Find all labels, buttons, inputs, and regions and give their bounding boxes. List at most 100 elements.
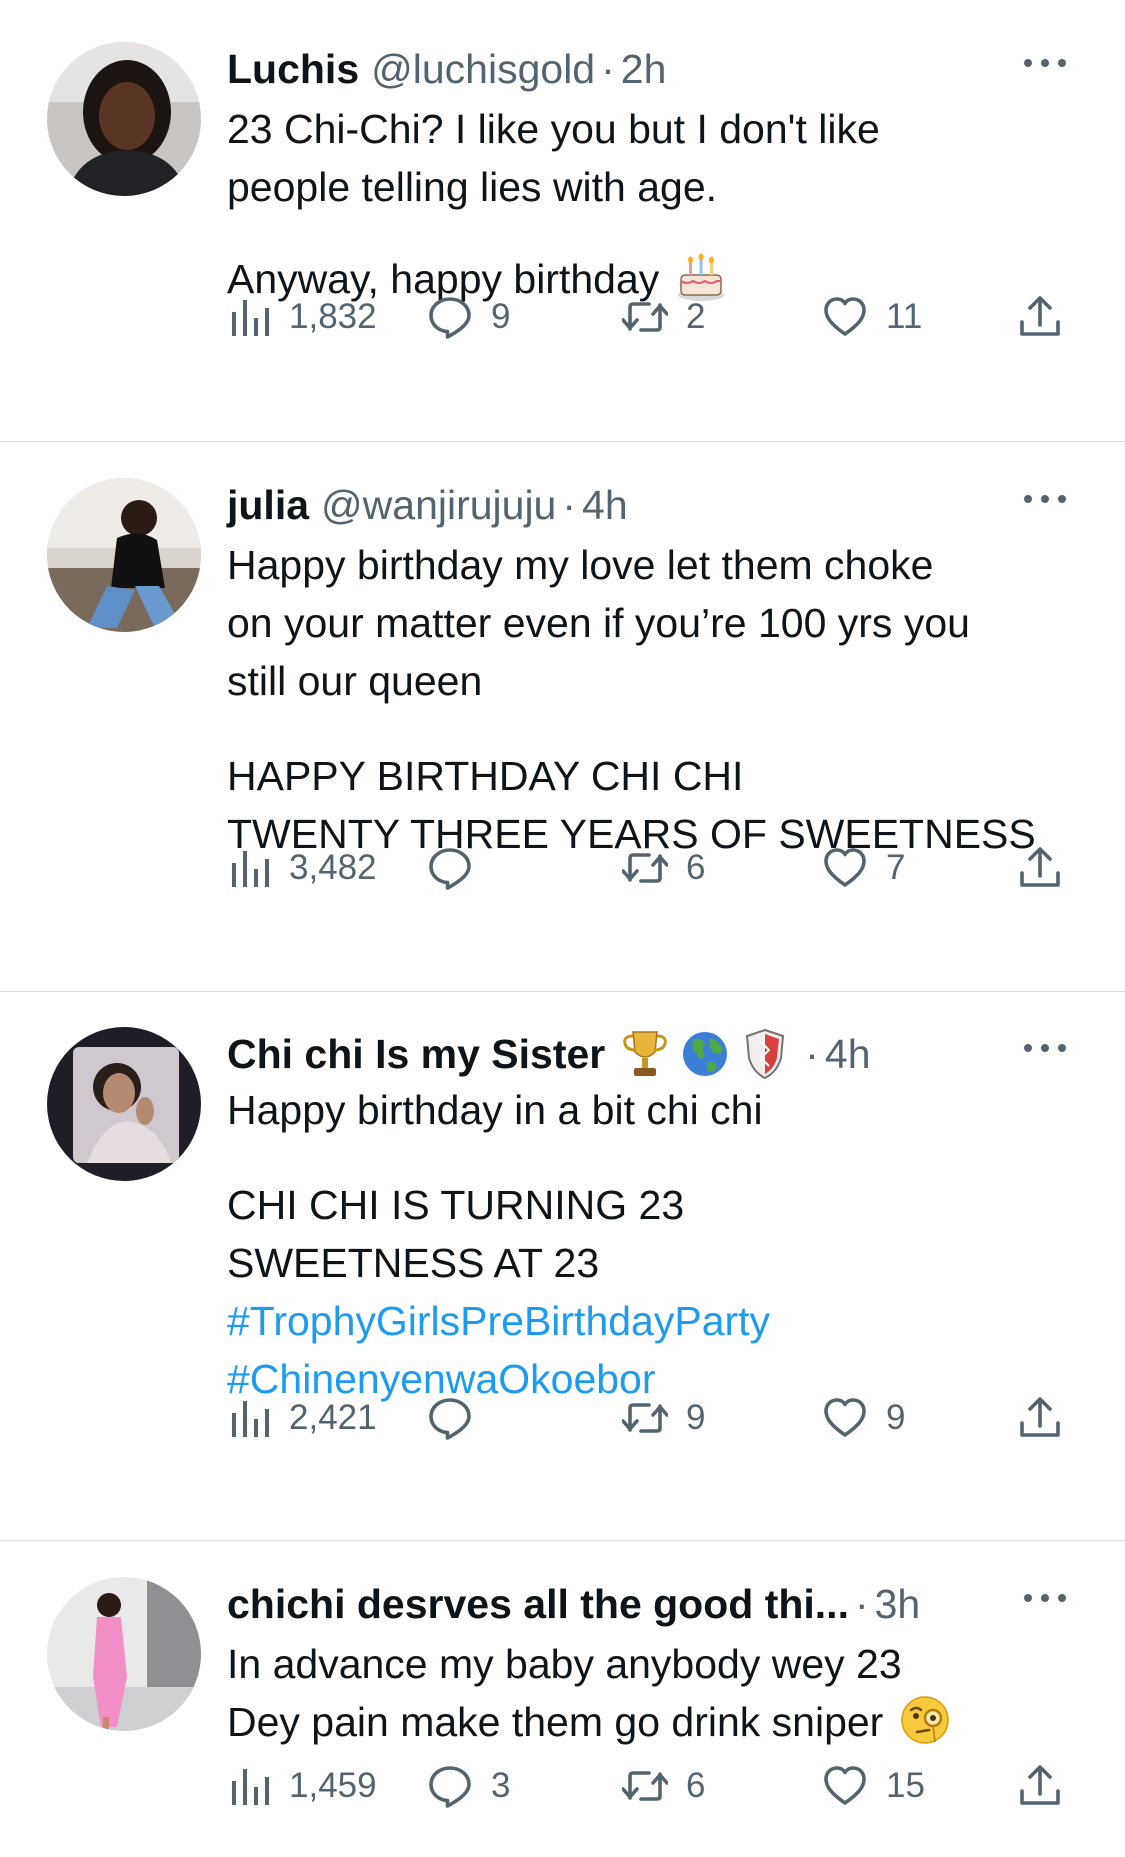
reply-count: 3 bbox=[491, 1766, 511, 1805]
retweet-button[interactable]: 9 bbox=[622, 1388, 705, 1448]
separator-dot: · bbox=[854, 1580, 869, 1627]
like-count: 9 bbox=[886, 1398, 906, 1437]
hashtag-link[interactable]: #TrophyGirlsPreBirthdayParty bbox=[227, 1292, 1065, 1350]
display-name[interactable]: Luchis bbox=[227, 46, 359, 93]
views-icon bbox=[231, 847, 271, 889]
tweet-line: Happy birthday in a bit chi chi bbox=[227, 1087, 763, 1133]
separator-dot: · bbox=[601, 45, 615, 92]
tweet[interactable]: Chi chi Is my Sister · 4h Happy birthday… bbox=[0, 991, 1125, 1540]
views-button[interactable]: 1,832 bbox=[231, 287, 377, 347]
views-icon bbox=[231, 1397, 271, 1439]
views-icon bbox=[231, 296, 271, 338]
tweet-line: SWEETNESS AT 23 bbox=[227, 1240, 600, 1286]
tweet-text: In advance my baby anybody wey 23 Dey pa… bbox=[227, 1635, 1065, 1751]
more-options-icon[interactable] bbox=[1015, 40, 1075, 86]
like-button[interactable]: 7 bbox=[822, 838, 905, 898]
reply-button[interactable] bbox=[427, 1388, 491, 1448]
tweet-actions: 1,832 9 2 11 bbox=[227, 287, 1072, 347]
reply-icon bbox=[427, 1763, 473, 1809]
retweet-button[interactable]: 6 bbox=[622, 1756, 705, 1816]
reply-button[interactable]: 3 bbox=[427, 1756, 510, 1816]
user-handle[interactable]: @luchisgold bbox=[371, 46, 595, 93]
heart-icon bbox=[822, 845, 868, 891]
tweet-header: julia @wanjirujuju · 4h bbox=[227, 474, 1065, 536]
tweet-line: HAPPY BIRTHDAY CHI CHI bbox=[227, 753, 744, 799]
timestamp[interactable]: 2h bbox=[621, 46, 667, 93]
like-count: 15 bbox=[886, 1766, 925, 1805]
like-button[interactable]: 9 bbox=[822, 1388, 905, 1448]
heart-icon bbox=[822, 294, 868, 340]
display-name[interactable]: Chi chi Is my Sister bbox=[227, 1031, 605, 1078]
share-icon bbox=[1017, 294, 1063, 340]
views-count: 1,459 bbox=[289, 1766, 377, 1805]
like-count: 7 bbox=[886, 848, 906, 887]
timestamp[interactable]: 3h bbox=[875, 1581, 921, 1628]
avatar[interactable] bbox=[47, 1027, 201, 1181]
timestamp[interactable]: 4h bbox=[582, 482, 628, 529]
views-button[interactable]: 3,482 bbox=[231, 838, 377, 898]
more-options-icon[interactable] bbox=[1015, 1025, 1075, 1071]
globe-icon bbox=[679, 1026, 731, 1082]
share-button[interactable] bbox=[1017, 287, 1063, 347]
avatar[interactable] bbox=[47, 478, 201, 632]
timestamp[interactable]: 4h bbox=[825, 1031, 871, 1078]
separator-dot: · bbox=[805, 1030, 819, 1077]
user-handle[interactable]: @wanjirujuju bbox=[321, 482, 556, 529]
share-button[interactable] bbox=[1017, 838, 1063, 898]
retweet-count: 6 bbox=[686, 848, 706, 887]
more-options-icon[interactable] bbox=[1015, 1575, 1075, 1621]
retweet-count: 6 bbox=[686, 1766, 706, 1805]
views-button[interactable]: 2,421 bbox=[231, 1388, 377, 1448]
display-name[interactable]: chichi desrves all the good thi... bbox=[227, 1581, 849, 1628]
avatar[interactable] bbox=[47, 42, 201, 196]
reply-icon bbox=[427, 294, 473, 340]
tweet-header: chichi desrves all the good thi... · 3h bbox=[227, 1573, 1065, 1635]
retweet-count: 2 bbox=[686, 297, 706, 336]
views-count: 2,421 bbox=[289, 1398, 377, 1437]
reply-icon bbox=[427, 845, 473, 891]
display-name[interactable]: julia bbox=[227, 482, 309, 529]
tweet[interactable]: julia @wanjirujuju · 4h Happy birthday m… bbox=[0, 441, 1125, 991]
tweet-actions: 1,459 3 6 15 bbox=[227, 1756, 1072, 1816]
tweet-line: people telling lies with age. bbox=[227, 164, 718, 210]
reply-button[interactable] bbox=[427, 838, 491, 898]
tweet-text: 23 Chi-Chi? I like you but I don't like … bbox=[227, 100, 1065, 308]
tweet-text: Happy birthday my love let them choke on… bbox=[227, 536, 1065, 863]
like-count: 11 bbox=[886, 297, 923, 336]
share-button[interactable] bbox=[1017, 1388, 1063, 1448]
tweet-line: on your matter even if you’re 100 yrs yo… bbox=[227, 600, 970, 646]
retweet-icon bbox=[622, 1395, 668, 1441]
retweet-button[interactable]: 6 bbox=[622, 838, 705, 898]
reply-button[interactable]: 9 bbox=[427, 287, 510, 347]
more-options-icon[interactable] bbox=[1015, 476, 1075, 522]
reply-icon bbox=[427, 1395, 473, 1441]
retweet-icon bbox=[622, 845, 668, 891]
like-button[interactable]: 15 bbox=[822, 1756, 925, 1816]
reply-count: 9 bbox=[491, 297, 511, 336]
like-button[interactable]: 11 bbox=[822, 287, 922, 347]
tweet-line-with-emoji: Dey pain make them go drink sniper bbox=[227, 1693, 1065, 1751]
views-count: 1,832 bbox=[289, 297, 377, 336]
tweet[interactable]: Luchis @luchisgold · 2h 23 Chi-Chi? I li… bbox=[0, 0, 1125, 441]
separator-dot: · bbox=[562, 481, 577, 528]
share-icon bbox=[1017, 1395, 1063, 1441]
retweet-icon bbox=[622, 294, 668, 340]
views-button[interactable]: 1,459 bbox=[231, 1756, 377, 1816]
tweet-line: 23 Chi-Chi? I like you but I don't like bbox=[227, 106, 880, 152]
retweet-button[interactable]: 2 bbox=[622, 287, 705, 347]
tweet-line: In advance my baby anybody wey 23 bbox=[227, 1641, 902, 1687]
views-count: 3,482 bbox=[289, 848, 377, 887]
tweet-text: Happy birthday in a bit chi chi CHI CHI … bbox=[227, 1081, 1065, 1408]
heart-icon bbox=[822, 1763, 868, 1809]
tweet-line: still our queen bbox=[227, 658, 483, 704]
avatar[interactable] bbox=[47, 1577, 201, 1731]
tweet-line: CHI CHI IS TURNING 23 bbox=[227, 1182, 685, 1228]
heart-icon bbox=[822, 1395, 868, 1441]
share-button[interactable] bbox=[1017, 1756, 1063, 1816]
share-icon bbox=[1017, 1763, 1063, 1809]
tweet-line: Happy birthday my love let them choke bbox=[227, 542, 934, 588]
tweet[interactable]: chichi desrves all the good thi... · 3h … bbox=[0, 1540, 1125, 1857]
views-icon bbox=[231, 1765, 271, 1807]
